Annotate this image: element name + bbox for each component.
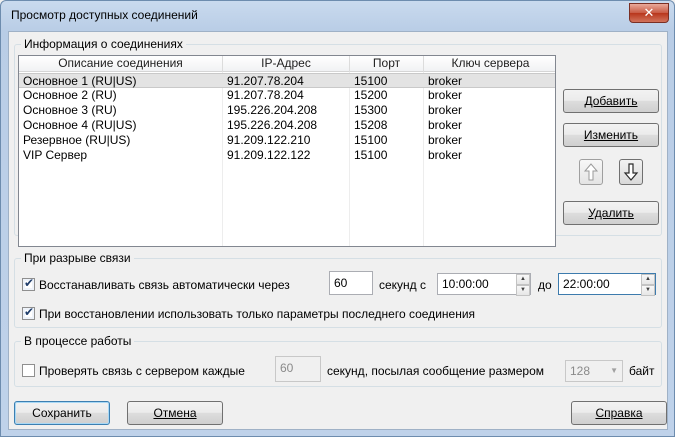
chevron-down-icon: ▼ <box>610 366 618 375</box>
last-params-label: При восстановлении использовать только п… <box>39 307 476 321</box>
check-interval-input[interactable]: 60 <box>275 356 321 382</box>
table-cell: Основное 2 (RU) <box>23 88 117 102</box>
add-button[interactable]: Добавить <box>563 89 659 113</box>
move-down-button[interactable] <box>619 159 643 185</box>
to-time-value: 22:00:00 <box>563 277 610 291</box>
checkmark-icon: ✔ <box>24 305 35 319</box>
window-title: Просмотр доступных соединений <box>11 8 198 22</box>
check-connection-checkbox[interactable] <box>22 364 35 377</box>
dialog-window: Просмотр доступных соединений ✕ Информац… <box>0 0 675 437</box>
add-button-label: Добавить <box>584 94 638 108</box>
table-row[interactable]: VIP Сервер 91.209.122.122 15100 broker <box>19 148 555 163</box>
from-time-input[interactable]: 10:00:00 ▲ ▼ <box>437 273 531 296</box>
from-time-value: 10:00:00 <box>442 277 489 291</box>
table-cell: broker <box>428 88 463 102</box>
message-size-value: 128 <box>570 364 591 378</box>
reconnect-group: При разрыве связи ✔ Восстанавливать связ… <box>14 251 662 328</box>
table-cell: 15208 <box>354 118 388 132</box>
cancel-button[interactable]: Отмена <box>127 401 223 425</box>
table-cell: Основное 4 (RU|US) <box>23 118 137 132</box>
table-cell: 15100 <box>354 133 388 147</box>
table-cell: broker <box>428 118 463 132</box>
table-cell: Основное 3 (RU) <box>23 103 117 117</box>
message-size-select[interactable]: 128 ▼ <box>565 360 623 382</box>
table-cell: 195.226.204.208 <box>227 103 318 117</box>
to-time-spinner[interactable]: ▲ ▼ <box>641 274 655 296</box>
check-connection-label: Проверять связь с сервером каждые <box>39 364 245 378</box>
reconnect-seconds-input[interactable]: 60 <box>329 271 373 295</box>
table-cell: broker <box>428 74 463 88</box>
save-button-label: Сохранить <box>32 406 92 420</box>
auto-reconnect-label: Восстанавливать связь автоматически чере… <box>39 278 290 292</box>
arrow-up-icon <box>583 163 599 181</box>
list-header: Описание соединения IP-Адрес Порт Ключ с… <box>19 56 555 72</box>
table-cell: 91.209.122.210 <box>227 133 311 147</box>
arrow-down-icon <box>623 163 639 181</box>
table-row[interactable]: Резервное (RU|US) 91.209.122.210 15100 brok… <box>19 133 555 148</box>
delete-button[interactable]: Удалить <box>563 201 659 225</box>
spin-down-icon[interactable]: ▼ <box>516 285 530 296</box>
help-button[interactable]: Справка <box>571 401 667 425</box>
table-row[interactable]: Основное 1 (RU|US) 91.207.78.204 15100 brok… <box>19 73 555 88</box>
last-params-checkbox[interactable]: ✔ <box>22 305 35 320</box>
checkmark-icon: ✔ <box>24 276 35 290</box>
table-cell: broker <box>428 133 463 147</box>
table-row[interactable]: Основное 2 (RU) 91.207.78.204 15200 broker <box>19 88 555 103</box>
move-up-button[interactable] <box>579 159 603 185</box>
table-cell: Резервное (RU|US) <box>23 133 131 147</box>
auto-reconnect-checkbox[interactable]: ✔ <box>22 276 35 291</box>
cancel-button-label: Отмена <box>153 406 197 420</box>
help-button-label: Справка <box>595 406 643 420</box>
message-size-label: секунд, посылая сообщение размером <box>327 364 545 378</box>
column-header-description[interactable]: Описание соединения <box>19 56 223 72</box>
table-cell: broker <box>428 103 463 117</box>
working-group: В процессе работы Проверять связь с серв… <box>14 334 662 387</box>
save-button[interactable]: Сохранить <box>14 401 110 425</box>
table-cell: 91.209.122.122 <box>227 148 311 162</box>
table-cell: VIP Сервер <box>23 148 88 162</box>
table-cell: 91.207.78.204 <box>227 88 304 102</box>
spin-up-icon[interactable]: ▲ <box>516 274 530 285</box>
dialog-client: Информация о соединениях Описание соедин… <box>8 31 668 430</box>
close-icon: ✕ <box>643 5 655 20</box>
reconnect-group-label: При разрыве связи <box>21 251 134 265</box>
table-cell: Основное 1 (RU|US) <box>23 74 137 88</box>
column-header-port[interactable]: Порт <box>350 56 424 72</box>
spin-down-icon[interactable]: ▼ <box>641 285 655 296</box>
table-cell: 15300 <box>354 103 388 117</box>
column-header-key[interactable]: Ключ сервера <box>424 56 555 72</box>
bytes-unit-label: байт <box>629 364 655 378</box>
connections-list[interactable]: Описание соединения IP-Адрес Порт Ключ с… <box>18 55 556 247</box>
seconds-from-label: секунд с <box>379 278 427 292</box>
table-cell: 15100 <box>354 148 388 162</box>
edit-button[interactable]: Изменить <box>563 123 659 147</box>
connections-group: Информация о соединениях Описание соедин… <box>14 37 662 247</box>
connections-group-label: Информация о соединениях <box>21 37 186 51</box>
table-cell: 195.226.204.208 <box>227 118 318 132</box>
working-group-label: В процессе работы <box>21 334 135 348</box>
column-header-ip[interactable]: IP-Адрес <box>223 56 350 72</box>
edit-button-label: Изменить <box>583 128 639 142</box>
table-cell: broker <box>428 148 463 162</box>
title-bar[interactable]: Просмотр доступных соединений ✕ <box>1 1 674 29</box>
close-button[interactable]: ✕ <box>629 3 669 23</box>
to-label: до <box>538 278 552 292</box>
to-time-input[interactable]: 22:00:00 ▲ ▼ <box>558 273 656 296</box>
table-cell: 15200 <box>354 88 388 102</box>
table-cell: 15100 <box>354 74 388 88</box>
delete-button-label: Удалить <box>588 206 634 220</box>
spin-up-icon[interactable]: ▲ <box>641 274 655 285</box>
table-row[interactable]: Основное 4 (RU|US) 195.226.204.208 15208 br… <box>19 118 555 133</box>
table-cell: 91.207.78.204 <box>227 74 304 88</box>
from-time-spinner[interactable]: ▲ ▼ <box>516 274 530 296</box>
table-row[interactable]: Основное 3 (RU) 195.226.204.208 15300 broke… <box>19 103 555 118</box>
